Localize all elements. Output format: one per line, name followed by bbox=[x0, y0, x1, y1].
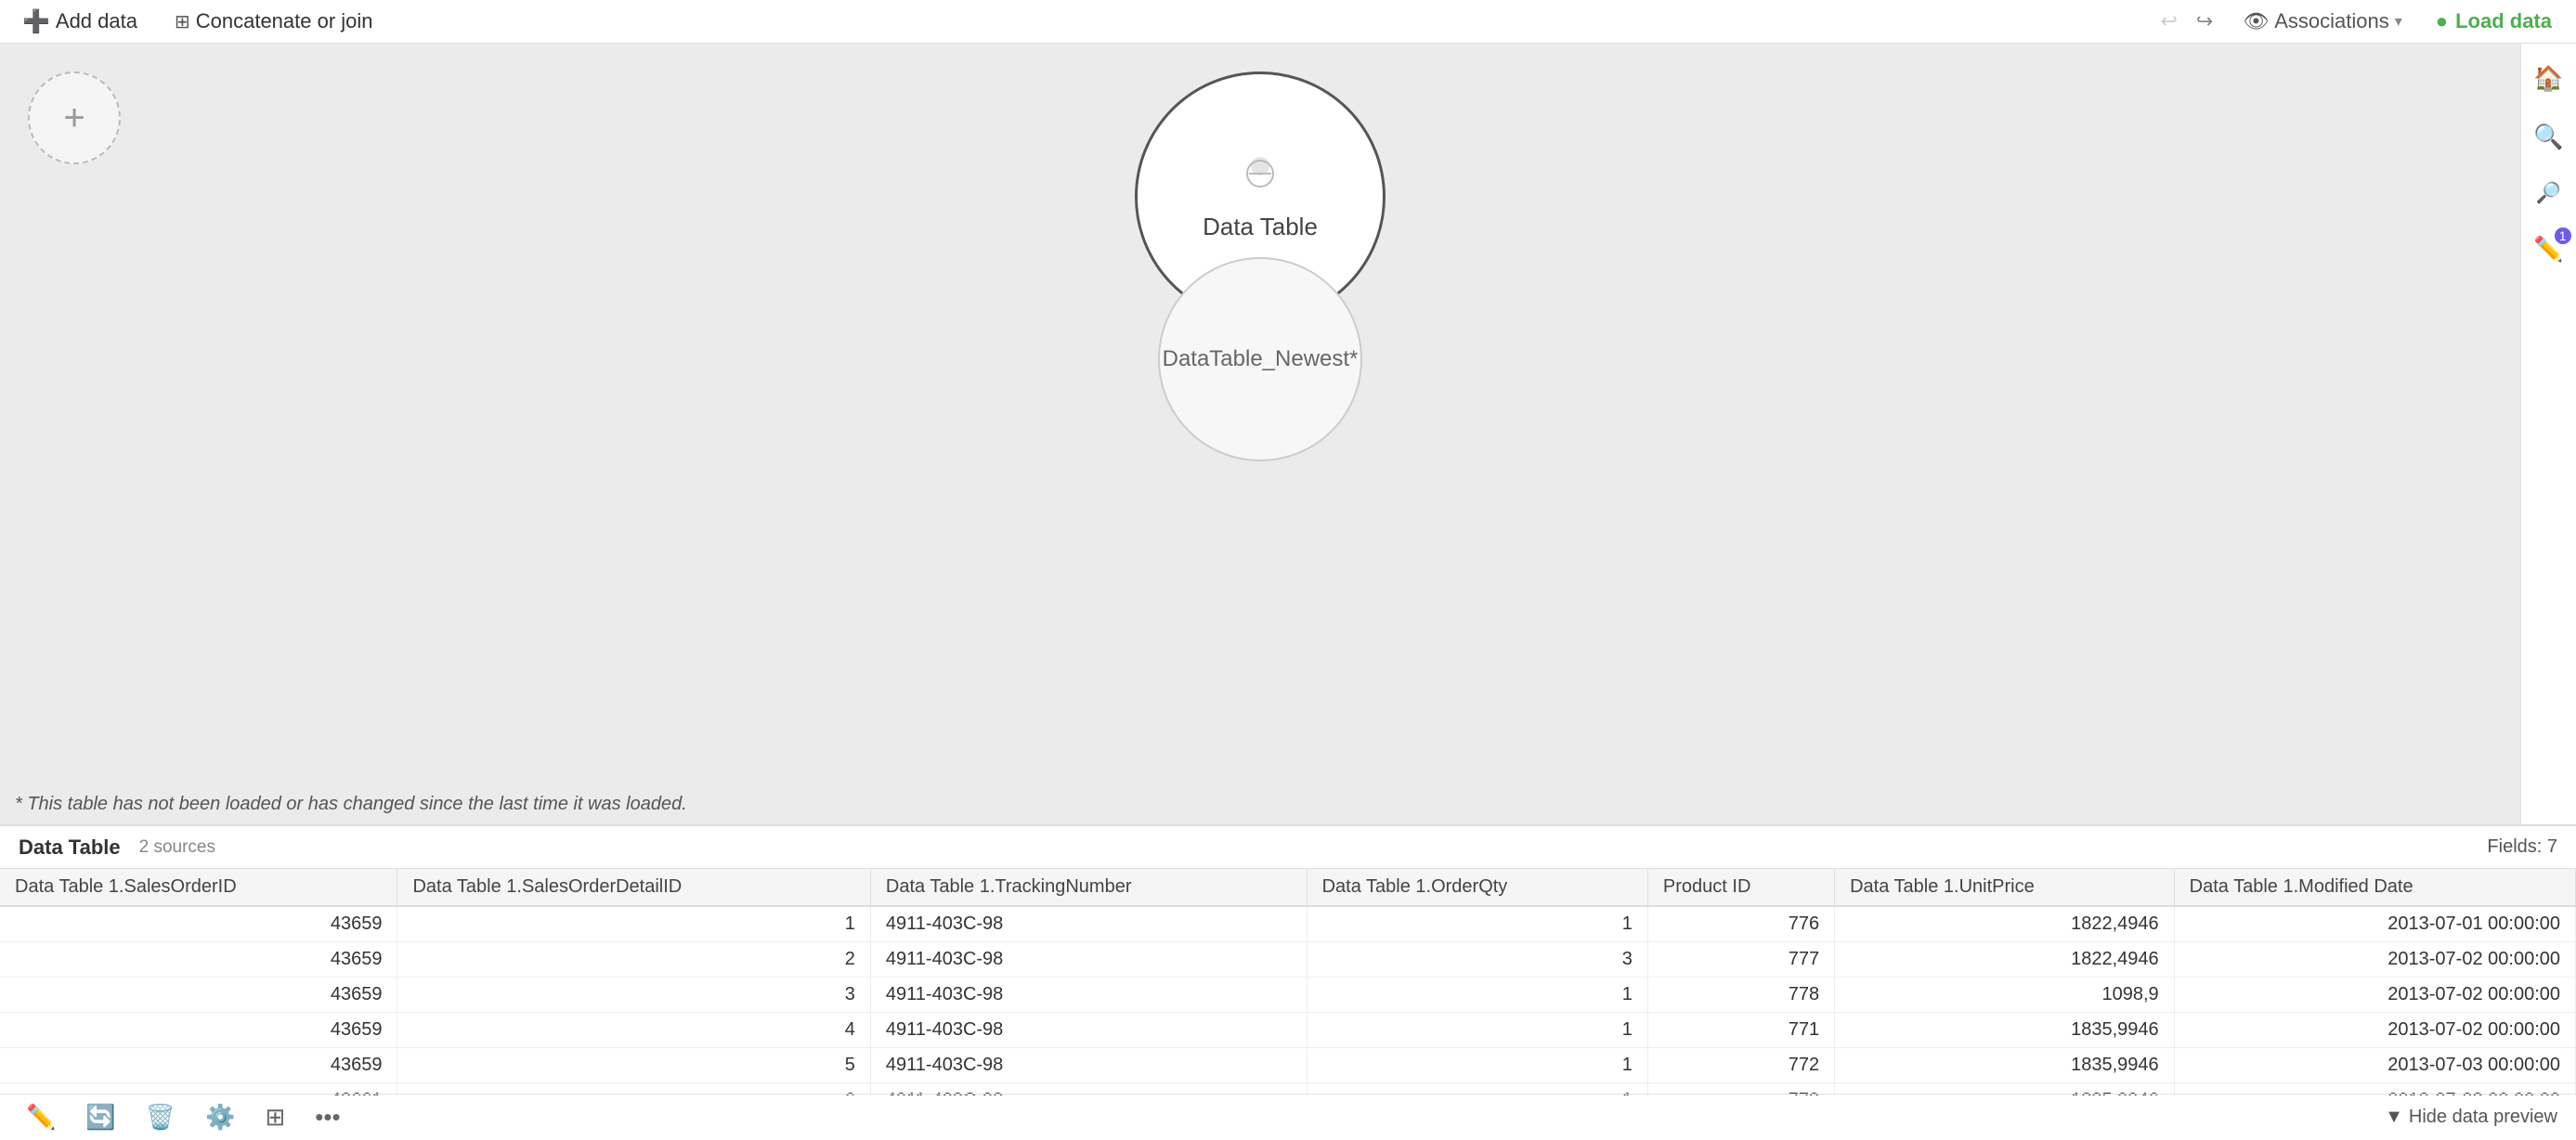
table-cell: 43659 bbox=[0, 978, 397, 1013]
concatenate-icon: ⊞ bbox=[175, 10, 190, 33]
edit-table-button[interactable]: ✏️ bbox=[19, 1099, 63, 1135]
table-header: Product ID bbox=[1647, 869, 1834, 906]
table-cell: 777 bbox=[1647, 942, 1834, 978]
table-cell: 4911-403C-98 bbox=[870, 1048, 1307, 1083]
table-header: Data Table 1.UnitPrice bbox=[1835, 869, 2175, 906]
home-button[interactable]: 🏠 bbox=[2528, 58, 2569, 98]
table-cell: 2 bbox=[397, 942, 870, 978]
hide-label: Hide data preview bbox=[2409, 1107, 2557, 1128]
table-cell: 1 bbox=[1307, 1013, 1647, 1048]
table-cell: 2013-07-03 00:00:00 bbox=[2174, 1048, 2575, 1083]
filter-button[interactable]: ⊞ bbox=[258, 1099, 293, 1135]
table-row: 4365934911-403C-9817781098,92013-07-02 0… bbox=[0, 978, 2576, 1013]
newest-node[interactable]: DataTable_Newest* bbox=[1158, 257, 1362, 461]
table-cell: 2013-07-02 00:00:00 bbox=[2174, 1013, 2575, 1048]
data-table: Data Table 1.SalesOrderIDData Table 1.Sa… bbox=[0, 869, 2576, 1095]
table-row: 4365954911-403C-9817721835,99462013-07-0… bbox=[0, 1048, 2576, 1083]
table-header: Data Table 1.SalesOrderID bbox=[0, 869, 397, 906]
add-node-icon: + bbox=[63, 97, 85, 139]
table-cell: 43659 bbox=[0, 1013, 397, 1048]
table-cell: 1835,9946 bbox=[1835, 1048, 2175, 1083]
table-cell: 4 bbox=[397, 1013, 870, 1048]
table-cell: 772 bbox=[1647, 1048, 1834, 1083]
undo-redo-group: ↩ ↪ bbox=[2154, 6, 2218, 37]
toolbar-left: ➕ Add data ⊞ Concatenate or join bbox=[15, 5, 381, 39]
data-table-icon bbox=[1240, 153, 1281, 203]
table-header-row: Data Table 1.SalesOrderIDData Table 1.Sa… bbox=[0, 869, 2576, 906]
table-cell: 771 bbox=[1647, 1013, 1834, 1048]
newest-node-label: DataTable_Newest* bbox=[1148, 346, 1373, 372]
add-data-label: Add data bbox=[56, 9, 137, 33]
table-cell: 3 bbox=[1307, 942, 1647, 978]
table-cell: 2013-07-01 00:00:00 bbox=[2174, 906, 2575, 942]
table-header: Data Table 1.OrderQty bbox=[1307, 869, 1647, 906]
table-cell: 1098,9 bbox=[1835, 978, 2175, 1013]
associations-label: Associations bbox=[2274, 9, 2389, 33]
preview-title: Data Table bbox=[19, 836, 121, 860]
table-header: Data Table 1.Modified Date bbox=[2174, 869, 2575, 906]
plus-icon: ➕ bbox=[22, 8, 50, 35]
table-cell: 1822,4946 bbox=[1835, 906, 2175, 942]
eye-icon: 👁 bbox=[2243, 9, 2269, 33]
table-row: 4365944911-403C-9817711835,99462013-07-0… bbox=[0, 1013, 2576, 1048]
hide-preview-button[interactable]: ▼ Hide data preview bbox=[2385, 1107, 2557, 1128]
hide-icon: ▼ bbox=[2385, 1107, 2403, 1128]
badge: 1 bbox=[2555, 227, 2571, 244]
table-cell: 778 bbox=[1647, 978, 1834, 1013]
add-node-button[interactable]: + bbox=[28, 71, 121, 164]
table-header: Data Table 1.TrackingNumber bbox=[870, 869, 1307, 906]
more-button[interactable]: ••• bbox=[307, 1099, 347, 1135]
toolbar-left-icons: ✏️ 🔄 🗑️ ⚙️ ⊞ ••• bbox=[19, 1099, 348, 1135]
table-cell: 43659 bbox=[0, 942, 397, 978]
table-cell: 1 bbox=[1307, 906, 1647, 942]
canvas-area: + Data Table DataTable_Newest* * This ta… bbox=[0, 44, 2520, 824]
table-cell: 5 bbox=[397, 1048, 870, 1083]
table-cell: 1822,4946 bbox=[1835, 942, 2175, 978]
load-data-label: Load data bbox=[2455, 9, 2552, 33]
table-cell: 4911-403C-98 bbox=[870, 1013, 1307, 1048]
table-cell: 4911-403C-98 bbox=[870, 978, 1307, 1013]
table-row: 4365924911-403C-9837771822,49462013-07-0… bbox=[0, 942, 2576, 978]
preview-sources: 2 sources bbox=[139, 837, 215, 858]
table-cell: 4911-403C-98 bbox=[870, 942, 1307, 978]
zoom-out-button[interactable]: 🔎 bbox=[2530, 175, 2567, 211]
preview-fields: Fields: 7 bbox=[2487, 836, 2557, 858]
chevron-down-icon: ▾ bbox=[2395, 12, 2402, 31]
concatenate-button[interactable]: ⊞ Concatenate or join bbox=[167, 6, 381, 37]
edit-button[interactable]: 1 ✏️ bbox=[2528, 229, 2569, 269]
table-cell: 4911-403C-98 bbox=[870, 906, 1307, 942]
load-data-icon: ● bbox=[2436, 9, 2448, 33]
table-cell: 2013-07-02 00:00:00 bbox=[2174, 978, 2575, 1013]
load-data-button[interactable]: ● Load data bbox=[2426, 6, 2561, 37]
main-toolbar: ➕ Add data ⊞ Concatenate or join ↩ ↪ 👁 A… bbox=[0, 0, 2576, 44]
table-cell: 43659 bbox=[0, 1048, 397, 1083]
table-cell: 3 bbox=[397, 978, 870, 1013]
preview-panel: Data Table 2 sources Fields: 7 Data Tabl… bbox=[0, 824, 2576, 1140]
delete-button[interactable]: 🗑️ bbox=[138, 1099, 183, 1135]
warning-text: * This table has not been loaded or has … bbox=[15, 794, 687, 815]
transform-button[interactable]: ⚙️ bbox=[198, 1099, 242, 1135]
preview-header: Data Table 2 sources Fields: 7 bbox=[0, 826, 2576, 869]
preview-toolbar: ✏️ 🔄 🗑️ ⚙️ ⊞ ••• ▼ Hide data preview bbox=[0, 1094, 2576, 1140]
table-header: Data Table 1.SalesOrderDetailID bbox=[397, 869, 870, 906]
concatenate-label: Concatenate or join bbox=[196, 9, 373, 33]
table-cell: 1 bbox=[397, 906, 870, 942]
refresh-button[interactable]: 🔄 bbox=[78, 1099, 123, 1135]
toolbar-right: ↩ ↪ 👁 Associations ▾ ● Load data bbox=[2154, 6, 2561, 37]
associations-button[interactable]: 👁 Associations ▾ bbox=[2233, 6, 2411, 37]
table-cell: 776 bbox=[1647, 906, 1834, 942]
redo-button[interactable]: ↪ bbox=[2191, 6, 2218, 37]
add-data-button[interactable]: ➕ Add data bbox=[15, 5, 145, 39]
right-sidebar: 🏠 🔍 🔎 1 ✏️ bbox=[2520, 44, 2576, 824]
table-cell: 1835,9946 bbox=[1835, 1013, 2175, 1048]
table-row: 4365914911-403C-9817761822,49462013-07-0… bbox=[0, 906, 2576, 942]
table-cell: 43659 bbox=[0, 906, 397, 942]
table-cell: 1 bbox=[1307, 978, 1647, 1013]
data-table-wrap: Data Table 1.SalesOrderIDData Table 1.Sa… bbox=[0, 869, 2576, 1095]
table-cell: 2013-07-02 00:00:00 bbox=[2174, 942, 2575, 978]
table-cell: 1 bbox=[1307, 1048, 1647, 1083]
zoom-in-button[interactable]: 🔍 bbox=[2528, 117, 2569, 157]
undo-button[interactable]: ↩ bbox=[2154, 6, 2182, 37]
data-table-label: Data Table bbox=[1203, 213, 1318, 241]
